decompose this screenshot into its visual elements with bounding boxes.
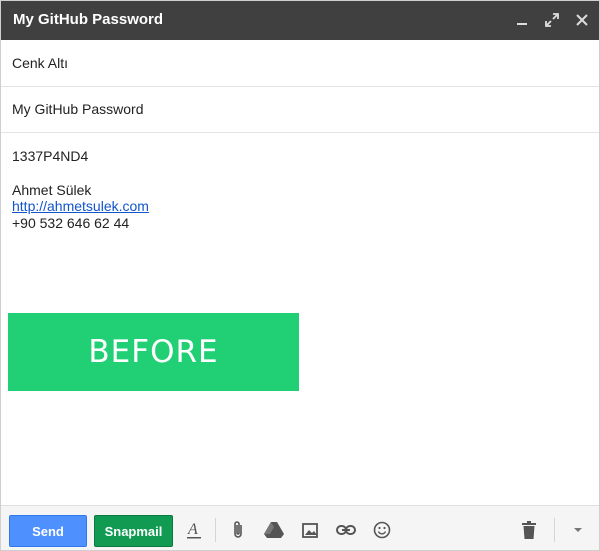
message-body[interactable]: 1337P4ND4 Ahmet Sülek http://ahmetsulek.… xyxy=(1,133,599,505)
compose-titlebar[interactable]: My GitHub Password xyxy=(1,1,599,40)
send-button[interactable]: Send xyxy=(9,515,87,547)
to-recipient: Cenk Altı xyxy=(12,55,69,71)
compose-title: My GitHub Password xyxy=(13,11,164,28)
subject-text: My GitHub Password xyxy=(12,101,144,117)
minimize-icon[interactable] xyxy=(513,11,531,29)
signature-name: Ahmet Sülek xyxy=(12,182,92,198)
body-line: 1337P4ND4 xyxy=(12,148,89,164)
formatting-icon[interactable]: A xyxy=(184,520,204,540)
compose-toolbar: Send Snapmail A xyxy=(1,505,599,550)
snapmail-button[interactable]: Snapmail xyxy=(94,515,173,547)
more-options-icon[interactable] xyxy=(568,520,588,540)
svg-text:A: A xyxy=(187,521,198,538)
photo-icon[interactable] xyxy=(300,520,320,540)
close-icon[interactable] xyxy=(573,11,591,29)
compose-window: My GitHub Password Cenk Altı My GitHub P… xyxy=(0,0,600,551)
trash-icon[interactable] xyxy=(519,520,539,540)
link-icon[interactable] xyxy=(336,520,356,540)
drive-icon[interactable] xyxy=(264,520,284,540)
attach-icon[interactable] xyxy=(229,520,249,540)
expand-icon[interactable] xyxy=(543,11,561,29)
window-controls xyxy=(513,11,591,29)
emoji-icon[interactable] xyxy=(372,520,392,540)
toolbar-divider xyxy=(554,518,555,542)
before-banner-image: BEFORE xyxy=(8,313,299,391)
signature-phone: +90 532 646 62 44 xyxy=(12,215,130,231)
toolbar-divider xyxy=(215,518,216,542)
to-field[interactable]: Cenk Altı xyxy=(1,41,599,87)
subject-field[interactable]: My GitHub Password xyxy=(1,87,599,133)
signature-link[interactable]: http://ahmetsulek.com xyxy=(12,198,149,214)
